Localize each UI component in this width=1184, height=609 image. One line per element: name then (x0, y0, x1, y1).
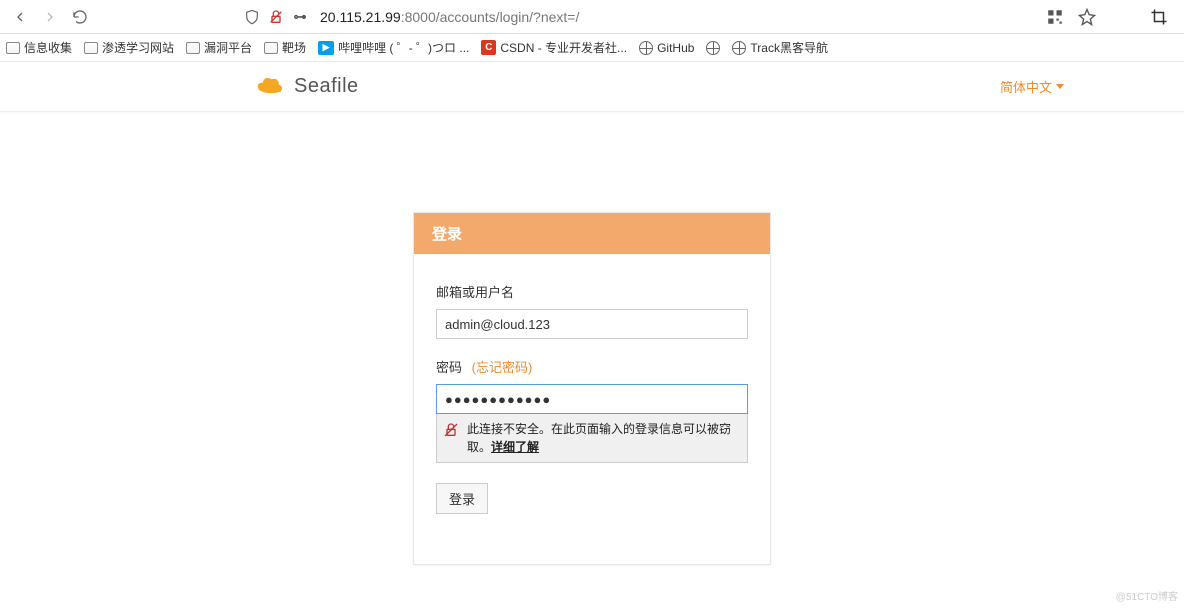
bookmark-label: 哔哩哔哩 ( ゜- ゜)つロ ... (338, 39, 469, 56)
panel-title: 登录 (414, 213, 770, 254)
watermark: @51CTO博客 (1116, 588, 1178, 603)
bookmark-label: CSDN - 专业开发者社... (500, 39, 627, 56)
lock-warning-icon (443, 422, 459, 438)
bookmark-globe-empty[interactable] (706, 41, 720, 55)
qr-icon[interactable] (1046, 8, 1064, 26)
bookmark-label: Track黑客导航 (750, 39, 828, 56)
learn-more-link[interactable]: 详细了解 (491, 440, 539, 454)
reload-button[interactable] (68, 5, 92, 29)
bookmark-label: GitHub (657, 41, 694, 55)
address-bar-icons: ⊶ (244, 9, 308, 25)
folder-icon (264, 42, 278, 54)
chevron-down-icon (1056, 84, 1064, 89)
folder-icon (186, 42, 200, 54)
bookmark-label: 靶场 (282, 39, 306, 56)
login-panel: 登录 邮箱或用户名 密码 (忘记密码) 此连接不安全。在此页面输入的登录信息可以… (413, 212, 771, 565)
language-label: 简体中文 (1000, 77, 1052, 96)
bookmark-label: 信息收集 (24, 39, 72, 56)
key-icon[interactable]: ⊶ (292, 9, 308, 25)
brand-text: Seafile (294, 75, 359, 98)
url-host: 20.115.21.99 (320, 9, 401, 25)
bookmark-label: 漏洞平台 (204, 39, 252, 56)
shield-icon[interactable] (244, 9, 260, 25)
bookmark-folder[interactable]: 信息收集 (6, 39, 72, 56)
lock-insecure-icon[interactable] (268, 9, 284, 25)
password-label: 密码 (436, 360, 462, 375)
star-icon[interactable] (1078, 8, 1096, 26)
address-bar[interactable]: 20.115.21.99:8000/accounts/login/?next=/ (320, 3, 1040, 31)
bookmark-bilibili[interactable]: ▶ 哔哩哔哩 ( ゜- ゜)つロ ... (318, 39, 469, 56)
globe-icon (706, 41, 720, 55)
browser-nav-bar: ⊶ 20.115.21.99:8000/accounts/login/?next… (0, 0, 1184, 34)
bookmark-folder[interactable]: 靶场 (264, 39, 306, 56)
language-switcher[interactable]: 简体中文 (1000, 77, 1064, 96)
globe-icon (732, 41, 746, 55)
csdn-icon: C (481, 40, 496, 55)
login-container: 登录 邮箱或用户名 密码 (忘记密码) 此连接不安全。在此页面输入的登录信息可以… (0, 112, 1184, 565)
bookmark-csdn[interactable]: C CSDN - 专业开发者社... (481, 39, 627, 56)
bookmarks-bar: 信息收集 渗透学习网站 漏洞平台 靶场 ▶哔哩哔哩 ( ゜- ゜)つロ ... … (0, 34, 1184, 62)
password-input[interactable] (436, 384, 748, 414)
bookmark-folder[interactable]: 渗透学习网站 (84, 39, 174, 56)
bilibili-icon: ▶ (318, 41, 334, 55)
forward-button[interactable] (38, 5, 62, 29)
username-input[interactable] (436, 309, 748, 339)
forgot-password-link[interactable]: (忘记密码) (472, 360, 533, 375)
bookmark-label: 渗透学习网站 (102, 39, 174, 56)
username-label: 邮箱或用户名 (436, 282, 748, 301)
folder-icon (6, 42, 20, 54)
insecure-connection-warning: 此连接不安全。在此页面输入的登录信息可以被窃取。详细了解 (436, 414, 748, 463)
password-label-row: 密码 (忘记密码) (436, 357, 748, 376)
globe-icon (639, 41, 653, 55)
seafile-logo-icon (250, 72, 286, 102)
bookmark-track[interactable]: Track黑客导航 (732, 39, 828, 56)
bookmark-folder[interactable]: 漏洞平台 (186, 39, 252, 56)
url-path: :8000/accounts/login/?next=/ (401, 9, 580, 25)
bookmark-github[interactable]: GitHub (639, 41, 694, 55)
page-header: Seafile 简体中文 (0, 62, 1184, 112)
brand-logo[interactable]: Seafile (250, 72, 359, 102)
crop-icon[interactable] (1150, 8, 1168, 26)
login-submit-button[interactable]: 登录 (436, 483, 488, 514)
folder-icon (84, 42, 98, 54)
back-button[interactable] (8, 5, 32, 29)
